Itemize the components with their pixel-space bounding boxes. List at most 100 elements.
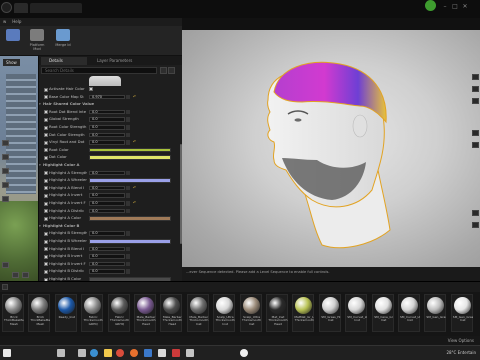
- asset-tile[interactable]: SM_Curvat_Lt Inst: [398, 294, 420, 332]
- property-value-input[interactable]: 0.0: [89, 185, 125, 191]
- property-value-input[interactable]: 0.0: [89, 261, 125, 267]
- override-checkbox[interactable]: [44, 133, 48, 138]
- asset-tile[interactable]: SM_Gen_Grass: [424, 294, 447, 332]
- property-value-input[interactable]: 0.0: [89, 132, 125, 138]
- property-value-input[interactable]: 0.0: [89, 117, 125, 122]
- asset-tile[interactable]: SM_Cane_Gr Inst: [371, 294, 394, 332]
- asset-tile[interactable]: Mat_Inst Thicksmooth Head: [266, 294, 288, 332]
- property-row[interactable]: Root Color Strength 0.0: [39, 124, 179, 131]
- asset-tile[interactable]: Scalp_Ultra Thicksmooth Inst: [239, 294, 262, 332]
- minimize-icon[interactable]: –: [440, 3, 450, 11]
- reset-to-default-icon[interactable]: ↶: [133, 200, 136, 207]
- property-row[interactable]: Dot Color: [39, 154, 179, 161]
- edge-icon[interactable]: [90, 349, 98, 357]
- viewport-tool-icon[interactable]: [2, 154, 9, 160]
- override-checkbox[interactable]: [44, 140, 48, 145]
- viewport-scene[interactable]: [182, 30, 480, 267]
- override-checkbox[interactable]: [44, 87, 48, 92]
- merge-button[interactable]: Merge Id: [52, 29, 74, 54]
- reset-to-default-icon[interactable]: ↶: [133, 94, 136, 101]
- reset-to-default-icon[interactable]: ↶: [133, 185, 136, 192]
- value-dropdown-icon[interactable]: [126, 269, 130, 274]
- expand-arrow-icon[interactable]: ▾: [39, 101, 41, 108]
- override-checkbox[interactable]: [44, 216, 48, 221]
- property-row[interactable]: Root Color: [39, 147, 179, 154]
- menu-item-help[interactable]: Help: [12, 19, 21, 24]
- property-row[interactable]: Highlight B Invert 0.0: [39, 253, 179, 260]
- app1-icon[interactable]: [172, 349, 180, 357]
- grid-view-icon[interactable]: [160, 67, 167, 74]
- property-row[interactable]: Activate Hair Color: [39, 86, 179, 93]
- property-row[interactable]: Highlight B Invert F 0.0: [39, 261, 179, 268]
- viewport-tool-icon[interactable]: [472, 142, 479, 148]
- value-dropdown-icon[interactable]: [126, 231, 130, 236]
- firefox-icon[interactable]: [130, 349, 138, 357]
- override-checkbox[interactable]: [44, 186, 48, 191]
- override-checkbox[interactable]: [44, 239, 48, 244]
- app2-icon[interactable]: [186, 349, 194, 357]
- override-checkbox[interactable]: [44, 201, 48, 206]
- weather-widget[interactable]: 28°C Entertain: [446, 350, 476, 355]
- property-row[interactable]: Highlight A Wheeler: [39, 177, 179, 184]
- override-checkbox[interactable]: [44, 117, 48, 122]
- search-icon[interactable]: [57, 349, 65, 357]
- level-viewport-preview[interactable]: Show: [0, 56, 38, 281]
- property-row[interactable]: Root Dot Blend Inte 0.0: [39, 109, 179, 116]
- reset-to-default-icon[interactable]: ↶: [133, 139, 136, 146]
- property-row[interactable]: Highlight A Invert F 0.0 ↶: [39, 200, 179, 207]
- asset-tile[interactable]: Male_Barber Thicksmooth Inst: [186, 294, 209, 332]
- value-dropdown-icon[interactable]: [126, 261, 130, 267]
- property-value-input[interactable]: 0.0: [89, 193, 125, 198]
- asset-tile[interactable]: SM_Grass_Hi Inst: [318, 294, 341, 332]
- taskview-icon[interactable]: [78, 349, 86, 357]
- value-dropdown-icon[interactable]: [126, 193, 130, 198]
- files-icon[interactable]: [104, 349, 112, 357]
- chrome-icon[interactable]: [116, 349, 124, 357]
- show-button[interactable]: Show: [3, 59, 20, 66]
- tab-layer-parameters[interactable]: Layer Parameters: [89, 57, 143, 65]
- asset-tile[interactable]: Male_Barber Thicksmooth Head: [160, 294, 183, 332]
- override-checkbox[interactable]: [44, 110, 48, 115]
- property-row[interactable]: Highlight A Strength 0.0: [39, 170, 179, 177]
- asset-tab[interactable]: [30, 3, 82, 13]
- maximize-icon[interactable]: □: [450, 3, 460, 11]
- override-checkbox[interactable]: [44, 95, 48, 100]
- value-dropdown-icon[interactable]: [126, 94, 130, 100]
- property-row[interactable]: Dot Color Strength 0.0: [39, 132, 179, 139]
- settings-icon[interactable]: [168, 67, 175, 74]
- asset-tile[interactable]: MatMat_Gr_Lv Thicksmooth: [292, 294, 315, 332]
- viewport-tool-icon[interactable]: [472, 210, 479, 216]
- property-value-checkbox[interactable]: [89, 87, 93, 91]
- unreal-logo-icon[interactable]: [1, 2, 12, 13]
- content-browser-toggle-icon[interactable]: [2, 284, 8, 290]
- property-value-input[interactable]: 0.0: [89, 140, 125, 145]
- override-checkbox[interactable]: [44, 254, 48, 259]
- value-dropdown-icon[interactable]: [126, 254, 130, 259]
- value-dropdown-icon[interactable]: [126, 201, 130, 206]
- property-value-input[interactable]: 0.0: [89, 231, 125, 236]
- platform-mode-button[interactable]: Platform Mod: [26, 29, 48, 54]
- tool-button-1[interactable]: [2, 29, 24, 54]
- asset-tile[interactable]: Brick ThickBakeMap Mesh: [28, 294, 51, 332]
- menu-item-window[interactable]: w: [3, 19, 6, 24]
- property-row[interactable]: Highlight A Invert 0.0: [39, 192, 179, 199]
- color-swatch[interactable]: [89, 155, 171, 160]
- color-swatch[interactable]: [89, 178, 171, 183]
- asset-tile[interactable]: SM_Curvat_Lt Inst: [345, 294, 368, 332]
- mail-icon[interactable]: [158, 349, 166, 357]
- viewport-tool-icon[interactable]: [472, 98, 479, 104]
- value-dropdown-icon[interactable]: [126, 208, 130, 214]
- property-value-input[interactable]: 0.0: [89, 254, 125, 259]
- property-value-input[interactable]: 0.0: [89, 269, 125, 274]
- property-row[interactable]: Vinyl Root and Dot 0.0 ↶: [39, 139, 179, 146]
- color-swatch[interactable]: [89, 239, 171, 244]
- viewport-tool-icon[interactable]: [22, 272, 29, 278]
- override-checkbox[interactable]: [44, 231, 48, 236]
- value-dropdown-icon[interactable]: [126, 185, 130, 191]
- property-row[interactable]: Global Strength 0.0: [39, 116, 179, 123]
- value-dropdown-icon[interactable]: [126, 140, 130, 145]
- override-checkbox[interactable]: [44, 155, 48, 160]
- store-icon[interactable]: [144, 349, 152, 357]
- material-viewport[interactable]: ...ever Sequence detected. Please add a …: [182, 18, 480, 281]
- tab-details[interactable]: Details: [41, 57, 87, 65]
